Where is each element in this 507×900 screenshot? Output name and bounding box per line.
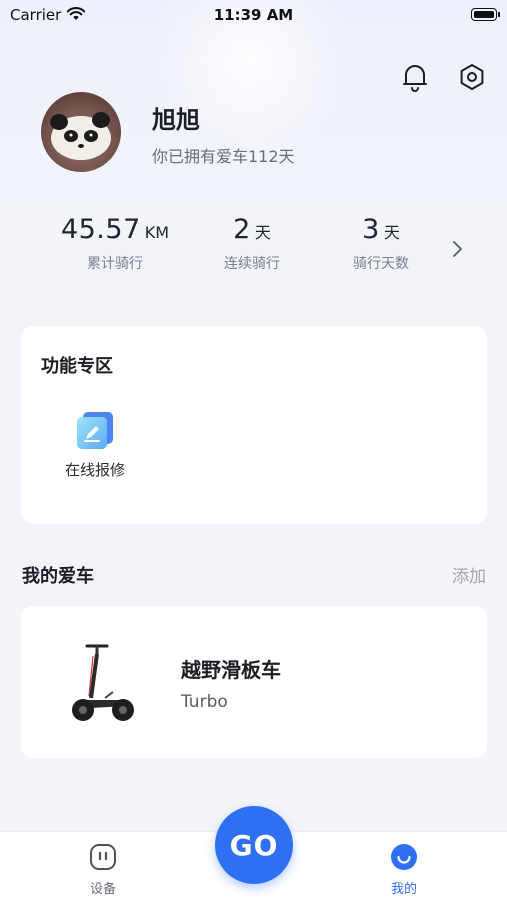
car-card[interactable]: 越野滑板车 Turbo [21,606,487,758]
tab-mine[interactable]: 我的 [374,842,434,897]
stat-value: 45.57 [60,214,141,245]
stat-value: 3 [362,214,380,245]
go-button[interactable]: GO [215,806,293,884]
car-name: 越野滑板车 [181,658,281,682]
scooter-image [72,644,134,721]
status-bar: Carrier 11:39 AM [0,0,507,30]
tab-mine-label: 我的 [390,882,417,897]
status-time: 11:39 AM [213,6,294,24]
my-cars-title: 我的爱车 [22,566,94,587]
stat-label: 骑行天数 [353,256,409,272]
stat-unit: 天 [254,223,271,242]
stat-consecutive-days: 2天 连续骑行 [187,214,317,273]
stat-unit: 天 [383,223,400,242]
stats-more-button[interactable] [440,232,474,266]
chevron-right-icon [453,241,462,257]
username: 旭旭 [152,106,200,134]
function-zone-title: 功能专区 [41,356,113,377]
stat-label: 连续骑行 [224,256,280,272]
settings-hex-icon [460,64,484,90]
ownership-days: 你已拥有爱车112天 [152,147,295,166]
repair-edit-icon [77,412,113,449]
stat-total-distance: 45.57 KM 累计骑行 [50,214,180,273]
add-car-button[interactable]: 添加 [452,562,486,587]
tab-device-label: 设备 [89,882,116,897]
car-model: Turbo [181,692,228,712]
tab-device[interactable]: 设备 [73,842,133,897]
battery-icon [471,8,500,21]
stat-value: 2 [233,214,251,245]
stat-unit: KM [144,223,170,242]
stat-label: 累计骑行 [87,256,143,272]
avatar[interactable] [41,92,121,172]
bell-icon [403,65,427,92]
stat-ride-days: 3天 骑行天数 [316,214,446,273]
online-repair-label: 在线报修 [64,461,125,479]
settings-button[interactable] [455,60,489,94]
device-face-icon [90,844,116,870]
notification-button[interactable] [398,60,432,94]
panda-avatar-image [50,112,111,160]
smile-icon [391,844,417,870]
function-zone-card: 功能专区 在线报修 [21,326,487,524]
